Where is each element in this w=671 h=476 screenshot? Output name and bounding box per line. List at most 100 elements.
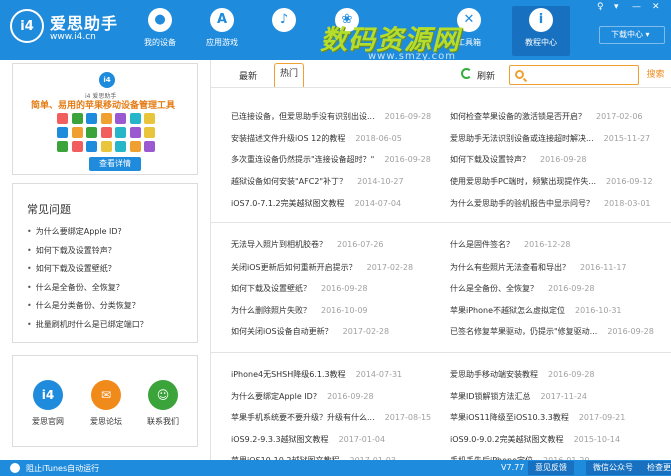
nav-my-device[interactable]: ● 我的设备: [131, 6, 189, 56]
article-link[interactable]: 越狱设备如何安装"AFC2"补丁？ 2014-10-27: [231, 176, 404, 187]
article-date: 2017-09-21: [578, 413, 626, 422]
faq-list: 为什么要绑定Apple ID? 如何下载及设置铃声？ 如何下载及设置壁纸？ 什么…: [27, 226, 148, 337]
article-link[interactable]: iOS9.0-9.0.2完美越狱图文教程 2015-10-14: [450, 434, 620, 445]
shortcut-forum[interactable]: ✉ 爱思论坛: [86, 380, 126, 427]
faq-link[interactable]: 批量刷机时什么是已绑定端口？: [27, 319, 148, 338]
faq-panel: 常见问题 为什么要绑定Apple ID? 如何下载及设置铃声？ 如何下载及设置壁…: [12, 183, 198, 343]
article-link[interactable]: 苹果iOS11降级至iOS10.3.3教程 2017-09-21: [450, 412, 625, 423]
app-icon: [144, 127, 156, 138]
article-link[interactable]: 已签名修复苹果驱动，仍提示"修复驱动... 2016-09-28: [450, 326, 654, 337]
faq-link[interactable]: 什么是分类备份、分类恢复？: [27, 300, 148, 319]
nav-ringtones[interactable]: ♪: [255, 6, 313, 56]
app-icon: [144, 141, 156, 152]
article-link[interactable]: 什么是固件签名？ 2016-12-28: [450, 239, 571, 250]
skin-icon[interactable]: ♀: [597, 2, 604, 12]
article-link[interactable]: iPhone4无SHSH降级6.1.3教程 2014-07-31: [231, 369, 402, 380]
article-link[interactable]: 爱思助手移动端安装教程 2016-09-28: [450, 369, 595, 380]
app-icon: [129, 127, 141, 138]
check-update-button[interactable]: 检查更新: [640, 461, 671, 475]
app-store-icon: A: [210, 8, 234, 32]
article-link[interactable]: 苹果ID锁解锁方法汇总 2017-11-24: [450, 391, 587, 402]
download-center-button[interactable]: 下载中心 ▾: [599, 26, 665, 44]
article-link[interactable]: iOS7.0-7.1.2完美越狱图文教程 2014-07-04: [231, 198, 401, 209]
app-icon: [115, 113, 127, 124]
i4-logo-icon: i4: [99, 72, 115, 88]
tab-underline: [211, 87, 671, 88]
i4-official-icon: i4: [33, 380, 63, 410]
shortcut-label: 联系我们: [147, 417, 179, 426]
app-icon: [115, 127, 127, 138]
search-button[interactable]: 搜索: [640, 65, 671, 85]
promo-banner: i4 i4 爱思助手 简单、易用的苹果移动设备管理工具 查看详情: [12, 63, 198, 175]
search-input[interactable]: [530, 68, 636, 82]
app-icon: [57, 141, 68, 152]
faq-link[interactable]: 如何下载及设置壁纸？: [27, 263, 148, 282]
article-title: 苹果iOS11降级至iOS10.3.3教程: [450, 413, 569, 422]
article-title: 已签名修复苹果驱动，仍提示"修复驱动...: [450, 327, 598, 336]
feedback-button[interactable]: 意见反馈: [528, 461, 574, 475]
itunes-toggle-icon[interactable]: [10, 463, 20, 473]
faq-link[interactable]: 为什么要绑定Apple ID?: [27, 226, 148, 245]
tab-latest[interactable]: 最新: [239, 69, 257, 82]
article-date: 2016-09-28: [548, 284, 595, 293]
app-icon: [57, 127, 68, 138]
article-title: 什么是全备份、全恢复？: [450, 284, 538, 293]
tab-hot[interactable]: 热门: [274, 63, 304, 87]
i4-logo-icon: i4: [10, 9, 44, 43]
app-icon: [129, 141, 141, 152]
article-title: 使用爱思助手PC端时，频繁出现提作失...: [450, 177, 597, 186]
nav-tutorial-center[interactable]: i 教程中心: [512, 6, 570, 56]
article-link[interactable]: 为什么删除照片失败？ 2016-10-09: [231, 305, 368, 316]
article-link[interactable]: 如何关闭iOS设备自动更新？ 2017-02-28: [231, 326, 389, 337]
article-title: 关闭iOS更新后如何重新开启提示？: [231, 263, 357, 272]
faq-link[interactable]: 什么是全备份、全恢复？: [27, 282, 148, 301]
contact-icon: ☺: [148, 380, 178, 410]
article-link[interactable]: 已连接设备，但爱思助手没有识别出设... 2016-09-28: [231, 111, 431, 122]
article-title: 越狱设备如何安装"AFC2"补丁？: [231, 177, 348, 186]
article-link[interactable]: 如何下载及设置铃声？ 2016-09-28: [450, 154, 587, 165]
section-divider: [211, 352, 671, 353]
search-icon: [515, 70, 524, 79]
article-link[interactable]: 苹果iPhone不越狱怎么虚拟定位 2016-10-31: [450, 305, 622, 316]
article-date: 2016-09-28: [327, 392, 374, 401]
article-date: 2016-09-12: [606, 177, 653, 186]
minimize-icon[interactable]: —: [632, 2, 641, 12]
article-link[interactable]: 如何下载及设置壁纸？ 2016-09-28: [231, 283, 368, 294]
article-link[interactable]: 如何检查苹果设备的激活锁是否开启？ 2017-02-06: [450, 111, 643, 122]
article-link[interactable]: 关闭iOS更新后如何重新开启提示？ 2017-02-28: [231, 262, 413, 273]
nav-apps-games[interactable]: A 应用游戏: [193, 6, 251, 56]
article-link[interactable]: 无法导入照片到相机胶卷？ 2016-07-26: [231, 239, 384, 250]
shortcut-official-site[interactable]: i4 爱思官网: [28, 380, 68, 427]
article-link[interactable]: 为什么有些照片无法查看和导出？ 2016-11-17: [450, 262, 627, 273]
section-divider: [211, 222, 671, 223]
article-link[interactable]: 什么是全备份、全恢复？ 2016-09-28: [450, 283, 595, 294]
article-link[interactable]: 苹果手机系统要不要升级？升级有什么... 2017-08-15: [231, 412, 431, 423]
article-date: 2014-07-04: [354, 199, 402, 208]
faq-title: 常见问题: [27, 203, 71, 216]
article-link[interactable]: iOS9.2-9.3.3越狱图文教程 2017-01-04: [231, 434, 385, 445]
article-date: 2016-10-31: [575, 306, 622, 315]
article-link[interactable]: 安装描述文件升级iOS 12的教程 2018-06-05: [231, 133, 402, 144]
article-date: 2017-02-28: [366, 263, 414, 272]
article-date: 2016-09-28: [321, 284, 368, 293]
article-link[interactable]: 使用爱思助手PC端时，频繁出现提作失... 2016-09-12: [450, 176, 653, 187]
article-link[interactable]: 为什么爱思助手的验机报告中显示问号？ 2018-03-01: [450, 198, 651, 209]
itunes-autorun-toggle[interactable]: 阻止iTunes自动运行: [26, 463, 99, 474]
menu-dropdown-icon[interactable]: ▾: [614, 2, 619, 12]
faq-link[interactable]: 如何下载及设置铃声？: [27, 245, 148, 264]
article-link[interactable]: 多次重连设备仍然提示"连接设备超时？" 2016-09-28: [231, 154, 431, 165]
shortcut-contact[interactable]: ☺ 联系我们: [143, 380, 183, 427]
article-link[interactable]: 爱思助手无法识别设备或连接超时解决... 2015-11-27: [450, 133, 650, 144]
refresh-button[interactable]: 刷新: [477, 69, 495, 82]
app-icon: [86, 113, 98, 124]
article-title: 如何下载及设置壁纸？: [231, 284, 311, 293]
article-date: 2016-07-26: [337, 240, 384, 249]
article-title: 安装描述文件升级iOS 12的教程: [231, 134, 346, 143]
wechat-button[interactable]: 微信公众号: [586, 461, 640, 475]
close-icon[interactable]: ✕: [652, 2, 660, 12]
article-date: 2015-10-14: [573, 435, 621, 444]
article-link[interactable]: 为什么要绑定Apple ID? 2016-09-28: [231, 391, 374, 402]
article-title: 为什么有些照片无法查看和导出？: [450, 263, 570, 272]
view-details-button[interactable]: 查看详情: [89, 157, 141, 171]
refresh-icon[interactable]: [461, 68, 472, 79]
